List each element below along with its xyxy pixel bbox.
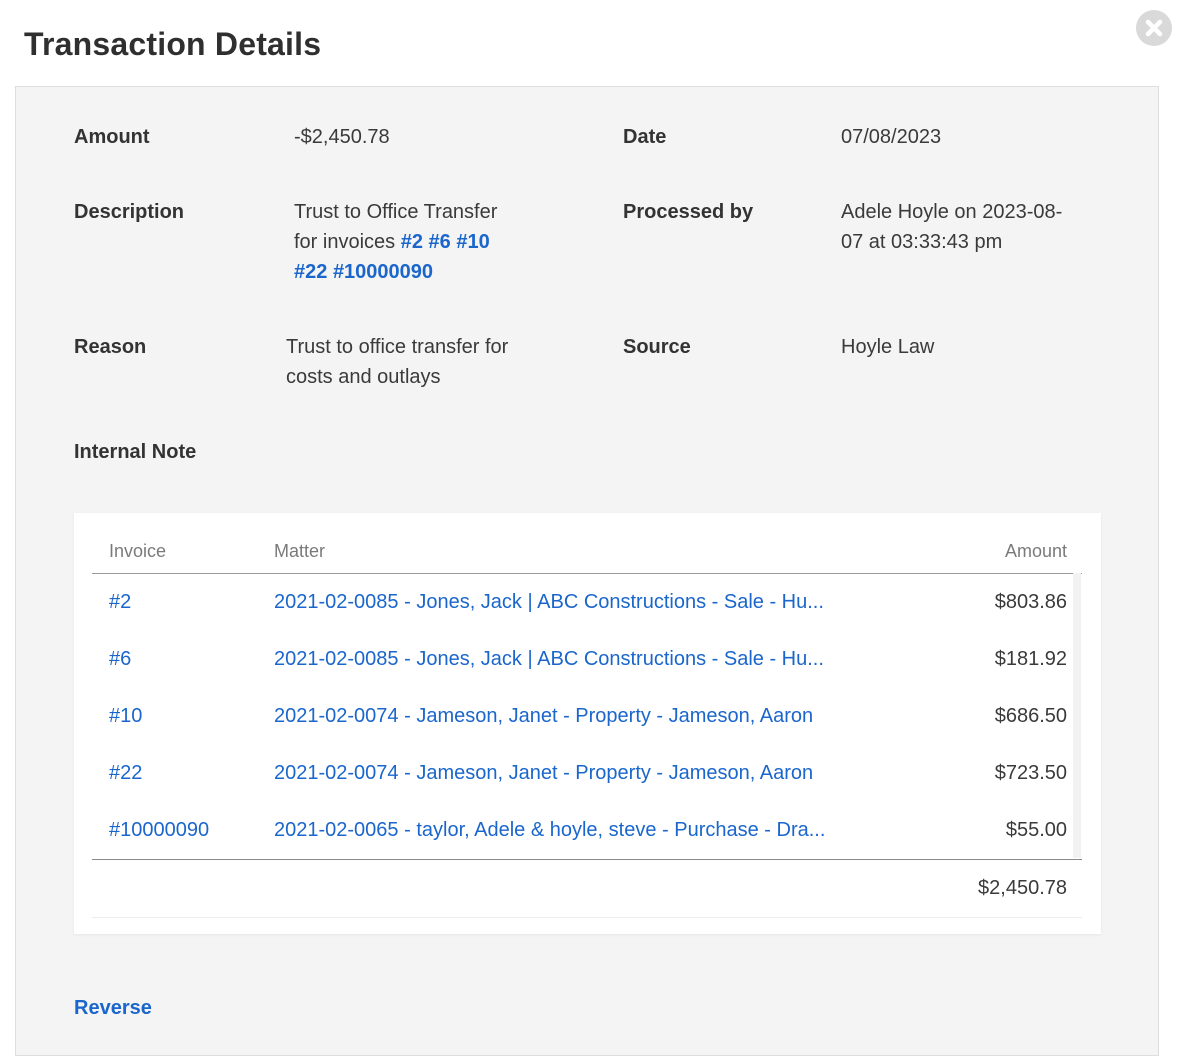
description-label: Description	[74, 201, 185, 223]
source-value: Hoyle Law	[841, 336, 935, 358]
table-header-row: Invoice Matter Amount	[92, 529, 1082, 574]
invoice-amount: $686.50	[994, 705, 1067, 727]
modal-title: Transaction Details	[24, 26, 322, 62]
table-row: #2 2021-02-0085 - Jones, Jack | ABC Cons…	[92, 574, 1082, 632]
matter-link[interactable]: 2021-02-0065 - taylor, Adele & hoyle, st…	[274, 819, 825, 841]
invoice-amount: $181.92	[994, 648, 1067, 670]
column-header-amount[interactable]: Amount	[897, 529, 1082, 574]
reason-line: costs and outlays	[286, 366, 441, 388]
amount-value: -$2,450.78	[294, 126, 390, 148]
description-text-invoices: for invoices	[294, 231, 396, 253]
reason-value: Trust to office transfer for costs and o…	[286, 332, 576, 392]
total-spacer	[92, 859, 257, 918]
matter-link[interactable]: 2021-02-0074 - Jameson, Janet - Property…	[274, 762, 813, 784]
internal-note-label: Internal Note	[74, 441, 197, 463]
total-amount: $2,450.78	[897, 859, 1082, 918]
description-invoice-link[interactable]: #6	[429, 231, 451, 253]
invoice-link[interactable]: #6	[109, 648, 131, 670]
date-label: Date	[623, 126, 667, 148]
description-text: Trust to Office Transfer	[294, 201, 498, 223]
transaction-details-panel: Amount -$2,450.78 Date 07/08/2023 Descri…	[15, 86, 1159, 1056]
date-value: 07/08/2023	[841, 126, 942, 148]
description-invoice-link[interactable]: #10000090	[333, 261, 433, 283]
invoice-link[interactable]: #10000090	[109, 819, 209, 841]
total-spacer	[257, 859, 897, 918]
reason-line: Trust to office transfer for	[286, 336, 509, 358]
processed-by-label: Processed by	[623, 201, 754, 223]
table-row: #22 2021-02-0074 - Jameson, Janet - Prop…	[92, 745, 1082, 802]
column-header-matter[interactable]: Matter	[257, 529, 897, 574]
invoice-link[interactable]: #10	[109, 705, 142, 727]
amount-label: Amount	[74, 126, 150, 148]
reason-label: Reason	[74, 336, 147, 358]
matter-link[interactable]: 2021-02-0085 - Jones, Jack | ABC Constru…	[274, 648, 824, 670]
column-header-invoice[interactable]: Invoice	[92, 529, 257, 574]
description-value: Trust to Office Transfer for invoices #2…	[294, 197, 544, 287]
table-row: #6 2021-02-0085 - Jones, Jack | ABC Cons…	[92, 631, 1082, 688]
matter-link[interactable]: 2021-02-0074 - Jameson, Janet - Property…	[274, 705, 813, 727]
close-circle-icon	[1145, 19, 1163, 37]
table-total-row: $2,450.78	[92, 859, 1082, 918]
source-label: Source	[623, 336, 691, 358]
invoice-amount: $55.00	[1005, 819, 1067, 841]
matter-link[interactable]: 2021-02-0085 - Jones, Jack | ABC Constru…	[274, 591, 824, 613]
reverse-button[interactable]: Reverse	[74, 997, 152, 1020]
table-row: #10 2021-02-0074 - Jameson, Janet - Prop…	[92, 688, 1082, 745]
processed-by-line: 07 at 03:33:43 pm	[841, 231, 1003, 253]
processed-by-value: Adele Hoyle on 2023-08- 07 at 03:33:43 p…	[841, 197, 1121, 257]
description-invoice-link[interactable]: #2	[401, 231, 423, 253]
invoice-amount: $803.86	[994, 591, 1067, 613]
invoice-link[interactable]: #2	[109, 591, 131, 613]
invoice-table: Invoice Matter Amount #2 2021-02-0085 - …	[92, 529, 1082, 918]
description-invoice-link[interactable]: #10	[456, 231, 489, 253]
table-row: #10000090 2021-02-0065 - taylor, Adele &…	[92, 802, 1082, 860]
table-scrollbar[interactable]	[1073, 573, 1081, 858]
processed-by-line: Adele Hoyle on 2023-08-	[841, 201, 1063, 223]
close-button[interactable]	[1136, 10, 1172, 46]
invoice-amount: $723.50	[994, 762, 1067, 784]
invoice-table-card: Invoice Matter Amount #2 2021-02-0085 - …	[74, 513, 1101, 934]
invoice-link[interactable]: #22	[109, 762, 142, 784]
description-invoice-link[interactable]: #22	[294, 261, 327, 283]
